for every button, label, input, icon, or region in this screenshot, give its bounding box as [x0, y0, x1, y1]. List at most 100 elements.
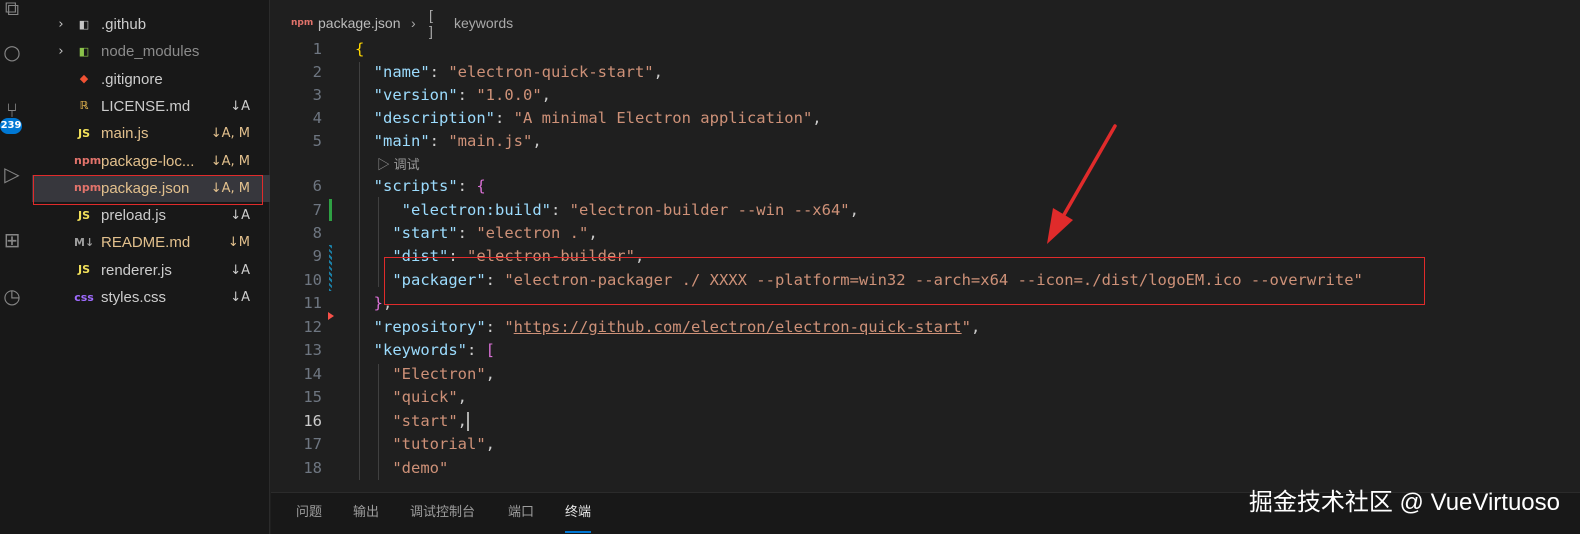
- code-text: "dist": "electron-builder",: [355, 245, 644, 268]
- line-number: 10: [303, 271, 322, 289]
- code-text: "scripts": {: [355, 175, 486, 198]
- panel-tab[interactable]: 问题: [296, 493, 322, 533]
- panel-tab[interactable]: 调试控制台: [410, 493, 475, 533]
- search-icon[interactable]: ○: [0, 38, 24, 66]
- explorer-item-name: renderer.js: [101, 261, 172, 279]
- code-line[interactable]: 8 "start": "electron .",: [271, 222, 1580, 245]
- code-token: :: [429, 63, 449, 81]
- code-token: https://github.com/electron/electron-qui…: [513, 318, 962, 336]
- code-line[interactable]: 7 "electron:build": "electron-builder --…: [271, 199, 1580, 222]
- code-line[interactable]: 16 "start",: [271, 410, 1580, 433]
- code-token: :: [457, 177, 477, 195]
- code-token: ,: [812, 109, 822, 127]
- code-token: "electron-builder --win --x64": [569, 201, 850, 219]
- code-token: "Electron": [392, 365, 486, 383]
- explorer-item-name: styles.css: [101, 289, 167, 306]
- code-line[interactable]: 5 "main": "main.js",: [271, 130, 1580, 153]
- explorer-item[interactable]: css styles.css ↓A: [32, 284, 270, 311]
- code-token: "A minimal Electron application": [513, 109, 813, 127]
- timeline-icon[interactable]: ◷: [0, 282, 24, 310]
- code-line[interactable]: 17 "tutorial",: [271, 433, 1580, 456]
- gutter-modified-marker: [329, 245, 332, 291]
- code-line[interactable]: 11 },: [271, 292, 1580, 315]
- git-status: ↓A, M: [210, 153, 250, 169]
- explorer-item-name: .github: [101, 16, 147, 33]
- css-icon: css: [74, 290, 94, 304]
- line-number: 13: [303, 341, 322, 359]
- line-number: 3: [312, 86, 322, 104]
- line-number: 5: [312, 132, 322, 150]
- code-line[interactable]: 2 "name": "electron-quick-start",: [271, 61, 1580, 84]
- line-number: 11: [303, 294, 322, 312]
- code-line[interactable]: 14 "Electron",: [271, 363, 1580, 386]
- git-status: ↓M: [227, 235, 250, 251]
- code-token: "electron-builder": [467, 247, 635, 265]
- code-line[interactable]: 13 "keywords": [: [271, 339, 1580, 362]
- panel-tab[interactable]: 输出: [353, 493, 379, 533]
- extensions-icon[interactable]: ⊞: [0, 226, 24, 254]
- code-line[interactable]: 12 "repository": "https://github.com/ele…: [271, 316, 1580, 339]
- panel-tab[interactable]: 端口: [508, 493, 534, 533]
- explorer-item[interactable]: › ◧ .github: [32, 11, 270, 38]
- gutter-deleted-marker: [328, 312, 334, 320]
- explorer-item[interactable]: npm package.json ↓A, M: [32, 174, 270, 202]
- code-line[interactable]: 1{: [271, 38, 1580, 61]
- code-line[interactable]: 9 "dist": "electron-builder",: [271, 245, 1580, 268]
- code-token: :: [467, 341, 486, 359]
- code-line[interactable]: 6 "scripts": {: [271, 175, 1580, 198]
- watermark-text: 掘金技术社区 @ VueVirtuoso: [1248, 489, 1560, 516]
- explorer-item[interactable]: ◆ .gitignore: [32, 66, 270, 93]
- git-status: ↓A: [230, 290, 250, 305]
- explorer-item[interactable]: M↓ README.md ↓M: [32, 229, 270, 256]
- explorer-item[interactable]: JS preload.js ↓A: [32, 202, 270, 229]
- breadcrumb-symbol[interactable]: keywords: [454, 15, 513, 31]
- code-token: :: [457, 86, 477, 104]
- git-status: ↓A, M: [210, 180, 250, 196]
- explorer-item[interactable]: JS main.js ↓A, M: [32, 120, 270, 147]
- breadcrumb-file[interactable]: package.json: [318, 15, 401, 31]
- code-line[interactable]: 18 "demo": [271, 457, 1580, 480]
- code-token: "scripts": [373, 177, 458, 195]
- code-token: "demo": [392, 459, 449, 477]
- run-debug-icon[interactable]: ▷: [0, 160, 24, 188]
- code-token: ,: [457, 412, 467, 430]
- code-token: :: [485, 318, 505, 336]
- code-token: :: [495, 109, 514, 127]
- code-token: ,: [457, 388, 467, 406]
- code-line[interactable]: 3 "version": "1.0.0",: [271, 84, 1580, 107]
- panel-tab[interactable]: 终端: [565, 493, 592, 533]
- code-text: "demo": [355, 457, 448, 480]
- code-line[interactable]: 4 "description": "A minimal Electron app…: [271, 107, 1580, 130]
- chevron-right-icon[interactable]: ›: [54, 17, 68, 32]
- code-token: :: [448, 247, 467, 265]
- explorer-item[interactable]: JS renderer.js ↓A: [32, 257, 270, 284]
- explorer-icon[interactable]: ⧉: [0, 0, 24, 22]
- code-editor[interactable]: npm package.json › [ ] keywords 1{2 "nam…: [271, 0, 1580, 492]
- chevron-right-icon[interactable]: ›: [54, 44, 68, 59]
- explorer-item[interactable]: ℝ LICENSE.md ↓A: [32, 93, 270, 120]
- line-number: 1: [312, 40, 322, 58]
- explorer-item[interactable]: npm package-loc... ↓A, M: [32, 148, 270, 175]
- code-text: "start",: [355, 410, 469, 433]
- codelens-debug[interactable]: ▷ 调试: [377, 154, 420, 174]
- explorer-item[interactable]: › ◧ node_modules: [32, 38, 270, 65]
- line-number: 2: [312, 63, 322, 81]
- code-token: :: [485, 271, 505, 289]
- code-token: ,: [588, 224, 598, 242]
- code-token: [: [485, 341, 496, 359]
- explorer-panel: › ◧ .github › ◧ node_modules ◆ .gitignore ℝ LICEN…: [32, 0, 270, 534]
- code-token: "start": [392, 224, 458, 242]
- code-token: "name": [373, 63, 430, 81]
- code-text: "keywords": [: [355, 339, 495, 362]
- line-number: 8: [312, 224, 322, 242]
- code-line[interactable]: 15 "quick",: [271, 386, 1580, 409]
- code-token: :: [429, 132, 449, 150]
- code-token: ,: [970, 318, 981, 336]
- code-line[interactable]: 10 "packager": "electron-packager ./ XXX…: [271, 269, 1580, 292]
